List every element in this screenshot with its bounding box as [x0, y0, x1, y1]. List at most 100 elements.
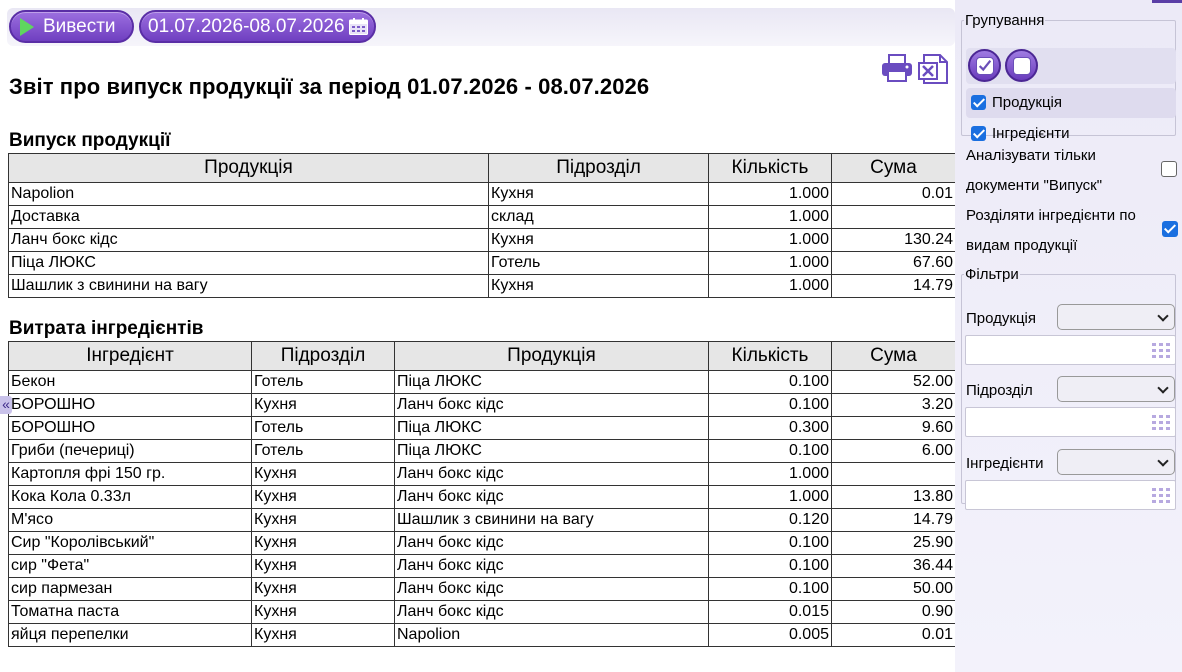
table-cell: Ланч бокс кідс — [394, 554, 709, 578]
table-cell: 36.44 — [831, 554, 956, 578]
table-cell: Ланч бокс кідс — [8, 228, 489, 252]
table-cell: Піца ЛЮКС — [394, 439, 709, 463]
filter-ingredients-label: Інгредієнти — [966, 455, 1044, 472]
column-header-sum: Сума — [831, 153, 956, 183]
table-cell: яйця перепелки — [8, 623, 252, 647]
table-row: Доставка склад 1.000 — [8, 205, 956, 229]
run-button[interactable]: Вивести — [9, 10, 134, 43]
split-ingredients-label-line2: видам продукції — [966, 237, 1078, 254]
table-row: БОРОШНО Кухня Ланч бокс кідс 0.100 3.20 — [8, 393, 956, 417]
column-header-product: Продукція — [8, 153, 489, 183]
table-row: сир "Фета" Кухня Ланч бокс кідс 0.100 36.44 — [8, 554, 956, 578]
grid-icon[interactable] — [1152, 488, 1170, 504]
table-cell: 1.000 — [708, 205, 832, 229]
table-cell — [831, 462, 956, 486]
split-ingredients-label-line1: Розділяти інгредієнти по — [966, 207, 1136, 224]
table-row: Сир "Королівський" Кухня Ланч бокс кідс 0.1… — [8, 531, 956, 555]
table-cell: Піца ЛЮКС — [8, 251, 489, 275]
chevron-down-icon — [1157, 310, 1169, 322]
ingredients-table: Інгредієнт Підрозділ Продукція Кількість… — [8, 341, 956, 647]
table-cell: Бекон — [8, 370, 252, 394]
group-products-checkbox[interactable] — [971, 95, 986, 110]
grouping-toolbar — [966, 48, 1176, 84]
filter-ingredients-input[interactable] — [965, 480, 1176, 510]
table-row: М'ясо Кухня Шашлик з свинини на вагу 0.120 1… — [8, 508, 956, 532]
table-cell: 0.01 — [831, 623, 956, 647]
table-row: Шашлик з свинини на вагу Кухня 1.000 14.79 — [8, 274, 956, 298]
toolbar: Вивести 01.07.2026-08.07.2026 — [7, 8, 955, 46]
table-cell: БОРОШНО — [8, 416, 252, 440]
check-all-button[interactable] — [968, 49, 1001, 82]
table-cell: Ланч бокс кідс — [394, 577, 709, 601]
analyze-only-label-line2: документи "Випуск" — [966, 177, 1103, 194]
table-cell: Картопля фрі 150 гр. — [8, 462, 252, 486]
table-cell: 1.000 — [708, 485, 832, 509]
table-cell: Шашлик з свинини на вагу — [394, 508, 709, 532]
table-cell: Готель — [488, 251, 709, 275]
filter-ingredients-select[interactable] — [1057, 449, 1175, 475]
group-ingredients-checkbox[interactable] — [971, 126, 986, 141]
table-cell: Кока Кола 0.33л — [8, 485, 252, 509]
table-row: Ланч бокс кідс Кухня 1.000 130.24 — [8, 228, 956, 252]
table-cell: Кухня — [488, 274, 709, 298]
check-all-icon — [976, 57, 994, 75]
table-cell: 9.60 — [831, 416, 956, 440]
print-icon[interactable] — [881, 53, 913, 83]
table-cell: Napolion — [8, 182, 489, 206]
filter-products-select[interactable] — [1057, 304, 1175, 330]
chevron-down-icon — [1157, 382, 1169, 394]
table-cell: Піца ЛЮКС — [394, 416, 709, 440]
table-cell: Ланч бокс кідс — [394, 531, 709, 555]
filter-department-select[interactable] — [1057, 376, 1175, 402]
table-cell: склад — [488, 205, 709, 229]
table-row: яйця перепелки Кухня Napolion 0.005 0.01 — [8, 623, 956, 647]
filter-products-input[interactable] — [965, 335, 1176, 365]
column-header-product: Продукція — [394, 341, 709, 371]
table-cell: Кухня — [251, 393, 395, 417]
table-cell: 0.01 — [831, 182, 956, 206]
table-cell: Кухня — [251, 485, 395, 509]
table-cell: 0.100 — [708, 531, 832, 555]
grid-icon[interactable] — [1152, 415, 1170, 431]
column-header-quantity: Кількість — [708, 341, 832, 371]
table-cell: Кухня — [251, 577, 395, 601]
uncheck-all-button[interactable] — [1005, 49, 1038, 82]
table-row: БОРОШНО Готель Піца ЛЮКС 0.300 9.60 — [8, 416, 956, 440]
split-ingredients-checkbox[interactable] — [1162, 221, 1178, 237]
table-cell: Ланч бокс кідс — [394, 462, 709, 486]
column-header-department: Підрозділ — [488, 153, 709, 183]
column-header-department: Підрозділ — [251, 341, 395, 371]
grouping-legend: Групування — [965, 12, 1045, 29]
table-cell: Ланч бокс кідс — [394, 485, 709, 509]
grid-icon[interactable] — [1152, 343, 1170, 359]
collapse-panel-button[interactable]: « — [0, 396, 12, 414]
filter-department-input[interactable] — [965, 407, 1176, 437]
table-cell: Кухня — [251, 531, 395, 555]
table-cell: Гриби (печериці) — [8, 439, 252, 463]
table-cell: 130.24 — [831, 228, 956, 252]
excel-icon[interactable] — [918, 53, 950, 85]
column-header-sum: Сума — [831, 341, 956, 371]
filter-department-label: Підрозділ — [966, 382, 1033, 399]
table-cell: 0.100 — [708, 439, 832, 463]
table-row: Кока Кола 0.33л Кухня Ланч бокс кідс 1.000 1… — [8, 485, 956, 509]
table-cell: Кухня — [251, 623, 395, 647]
grouping-group: Групування Продукція Інгредієнти — [961, 12, 1176, 142]
table-cell: Піца ЛЮКС — [394, 370, 709, 394]
table-cell: сир пармезан — [8, 577, 252, 601]
table-cell: 1.000 — [708, 274, 832, 298]
group-ingredients-label: Інгредієнти — [992, 125, 1070, 142]
analyze-only-checkbox[interactable] — [1161, 161, 1177, 177]
table-row: Бекон Готель Піца ЛЮКС 0.100 52.00 — [8, 370, 956, 394]
settings-panel: Групування Продукція Інгредієнти Аналізу… — [955, 0, 1182, 672]
table-cell: Кухня — [251, 462, 395, 486]
table-row: Картопля фрі 150 гр. Кухня Ланч бокс кідс 1… — [8, 462, 956, 486]
uncheck-all-icon — [1013, 57, 1031, 75]
group-option-products[interactable]: Продукція — [966, 88, 1176, 118]
period-picker-button[interactable]: 01.07.2026-08.07.2026 — [139, 10, 376, 43]
table-row: Гриби (печериці) Готель Піца ЛЮКС 0.100 6.00 — [8, 439, 956, 463]
table-cell: 0.100 — [708, 554, 832, 578]
table-cell: Ланч бокс кідс — [394, 600, 709, 624]
chevron-down-icon — [1157, 455, 1169, 467]
table-cell: БОРОШНО — [8, 393, 252, 417]
